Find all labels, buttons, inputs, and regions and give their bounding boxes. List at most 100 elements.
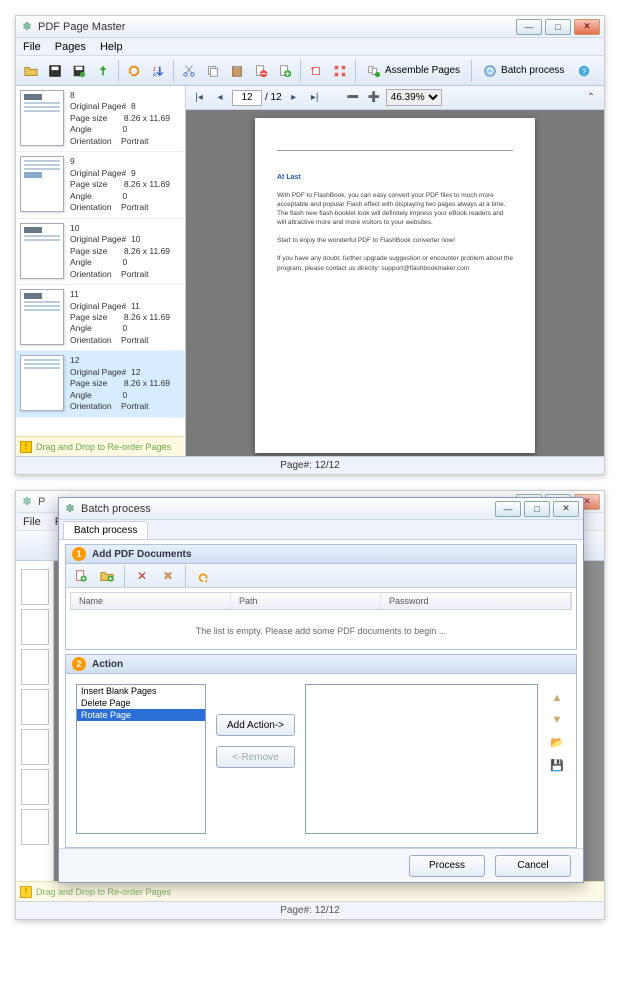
main-window: ✽ PDF Page Master — □ ✕ File Pages Help … — [15, 15, 605, 475]
menu-pages[interactable]: Pages — [48, 39, 93, 55]
dialog-tabstrip: Batch process — [59, 520, 583, 540]
upload-icon[interactable] — [92, 60, 114, 82]
svg-text:A: A — [153, 72, 157, 78]
rotate-icon[interactable] — [305, 60, 327, 82]
thumb-row[interactable]: 11 Original Page# 11 Page size 8.26 x 11… — [16, 285, 185, 351]
batch-icon — [483, 64, 497, 78]
menu-file[interactable]: File — [16, 39, 48, 55]
page-preview: At Last With PDF to FlashBook, you can e… — [255, 118, 535, 453]
cut-icon[interactable] — [178, 60, 200, 82]
move-up-icon[interactable]: ▲ — [552, 692, 563, 704]
zoom-in-icon[interactable]: ➕ — [365, 89, 383, 107]
page-input[interactable] — [232, 90, 262, 106]
process-button[interactable]: Process — [409, 855, 485, 877]
dialog-icon: ✽ — [63, 502, 77, 516]
zoom-select[interactable]: 46.39% — [386, 89, 442, 106]
add-action-button[interactable]: Add Action-> — [216, 714, 295, 736]
step-1-icon: 1 — [72, 547, 86, 561]
viewer-panel: |◂ ◂ / 12 ▸ ▸| ➖ ➕ 46.39% ⌃ At Last With… — [186, 86, 604, 456]
thumb-image — [20, 223, 64, 279]
remove-file-icon[interactable]: ✕ — [131, 565, 153, 587]
dialog-maximize-button[interactable]: □ — [524, 501, 550, 517]
copy-icon[interactable] — [202, 60, 224, 82]
thumb-row-selected[interactable]: 12 Original Page# 12 Page size 8.26 x 11… — [16, 351, 185, 417]
delete-page-icon[interactable] — [250, 60, 272, 82]
close-button[interactable]: ✕ — [574, 19, 600, 35]
assemble-icon — [367, 64, 381, 78]
thumb-image — [20, 90, 64, 146]
clear-files-icon[interactable]: ✖ — [157, 565, 179, 587]
documents-body: ✕ ✖ Name Path Password The list is empty… — [65, 564, 577, 650]
action-body: Insert Blank Pages Delete Page Rotate Pa… — [65, 674, 577, 848]
paste-icon[interactable] — [226, 60, 248, 82]
thumbnail-panel: 8 Original Page# 8 Page size 8.26 x 11.6… — [16, 86, 186, 456]
assemble-button[interactable]: Assemble Pages — [360, 60, 467, 82]
action-item[interactable]: Insert Blank Pages — [77, 685, 205, 697]
col-name[interactable]: Name — [71, 593, 231, 609]
thumb-row[interactable]: 8 Original Page# 8 Page size 8.26 x 11.6… — [16, 86, 185, 152]
titlebar: ✽ PDF Page Master — □ ✕ — [16, 16, 604, 38]
page-canvas[interactable]: At Last With PDF to FlashBook, you can e… — [186, 110, 604, 456]
dialog-minimize-button[interactable]: — — [495, 501, 521, 517]
section-action: 2 Action — [65, 654, 577, 674]
col-password[interactable]: Password — [381, 593, 571, 609]
statusbar: Page#: 12/12 — [16, 456, 604, 474]
last-page-icon[interactable]: ▸| — [306, 89, 324, 107]
refresh-icon[interactable] — [123, 60, 145, 82]
thumb-image — [20, 289, 64, 345]
tab-batch-process[interactable]: Batch process — [63, 521, 148, 539]
col-path[interactable]: Path — [231, 593, 381, 609]
empty-message: The list is empty. Please add some PDF d… — [70, 610, 572, 652]
save-icon[interactable] — [44, 60, 66, 82]
thumb-row[interactable]: 9 Original Page# 9 Page size 8.26 x 11.6… — [16, 152, 185, 218]
open-icon[interactable] — [20, 60, 42, 82]
cancel-button[interactable]: Cancel — [495, 855, 571, 877]
minimize-button[interactable]: — — [516, 19, 542, 35]
documents-toolbar: ✕ ✖ — [66, 564, 576, 588]
move-down-icon[interactable]: ▼ — [552, 714, 563, 726]
add-file-icon[interactable] — [70, 565, 92, 587]
available-actions-list[interactable]: Insert Blank Pages Delete Page Rotate Pa… — [76, 684, 206, 834]
extract-icon[interactable] — [329, 60, 351, 82]
page-total: / 12 — [265, 92, 282, 103]
next-page-icon[interactable]: ▸ — [285, 89, 303, 107]
thumb-image — [20, 355, 64, 411]
undo-icon[interactable] — [192, 565, 214, 587]
dialog-close-button[interactable]: ✕ — [553, 501, 579, 517]
reorder-icons: ▲ ▼ 📂 💾 — [548, 684, 566, 772]
viewer-toolbar: |◂ ◂ / 12 ▸ ▸| ➖ ➕ 46.39% ⌃ — [186, 86, 604, 110]
save-action-icon[interactable]: 💾 — [550, 759, 564, 772]
action-item-selected[interactable]: Rotate Page — [77, 709, 205, 721]
status-text: Page#: 12/12 — [280, 460, 340, 471]
thumbnail-list[interactable]: 8 Original Page# 8 Page size 8.26 x 11.6… — [16, 86, 185, 436]
warning-icon: ! — [20, 441, 32, 453]
batch-button[interactable]: Batch process — [476, 60, 571, 82]
reorder-hint: ! Drag and Drop to Re-order Pages — [16, 436, 185, 456]
batch-process-dialog: ✽ Batch process — □ ✕ Batch process 1 Ad… — [58, 497, 584, 883]
dialog-title: Batch process — [81, 503, 151, 515]
sort-icon[interactable]: ZA — [147, 60, 169, 82]
insert-page-icon[interactable] — [274, 60, 296, 82]
dialog-titlebar: ✽ Batch process — □ ✕ — [59, 498, 583, 520]
dialog-footer: Process Cancel — [59, 848, 583, 882]
help-icon[interactable]: ? — [573, 60, 595, 82]
prev-page-icon[interactable]: ◂ — [211, 89, 229, 107]
remove-action-button[interactable]: <-Remove — [216, 746, 295, 768]
zoom-out-icon[interactable]: ➖ — [344, 89, 362, 107]
thumb-row[interactable]: 10 Original Page# 10 Page size 8.26 x 11… — [16, 219, 185, 285]
main-window-with-modal: ✽P—□✕ FileP !Drag and Drop to Re-order P… — [15, 490, 605, 920]
svg-text:?: ? — [582, 67, 587, 76]
main-toolbar: ZA Assemble Pages Batch process ? — [16, 56, 604, 86]
selected-actions-list[interactable] — [305, 684, 538, 834]
action-item[interactable]: Delete Page — [77, 697, 205, 709]
section-add-documents: 1 Add PDF Documents — [65, 544, 577, 564]
first-page-icon[interactable]: |◂ — [190, 89, 208, 107]
open-action-icon[interactable]: 📂 — [550, 736, 564, 749]
save-as-icon[interactable] — [68, 60, 90, 82]
documents-columns: Name Path Password — [70, 592, 572, 610]
maximize-button[interactable]: □ — [545, 19, 571, 35]
collapse-icon[interactable]: ⌃ — [582, 89, 600, 107]
menu-help[interactable]: Help — [93, 39, 130, 55]
app-icon: ✽ — [20, 20, 34, 34]
add-folder-icon[interactable] — [96, 565, 118, 587]
